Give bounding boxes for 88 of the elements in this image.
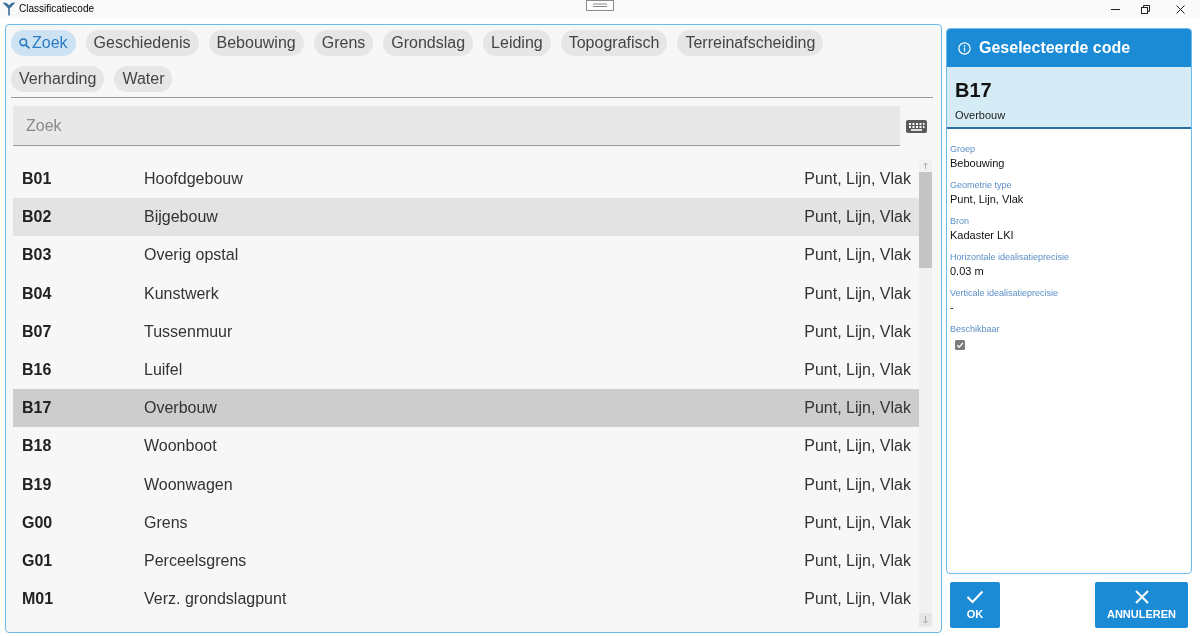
list-row[interactable]: B02 Bijgebouw Punt, Lijn, Vlak <box>13 198 919 237</box>
name-cell-text: Overbouw <box>144 398 218 419</box>
name-cell-text: Grens <box>144 512 189 533</box>
geometry-cell-text: Punt, Lijn, Vlak <box>804 245 911 266</box>
geometry-cell-text: Punt, Lijn, Vlak <box>804 474 911 495</box>
scrollbar-thumb[interactable] <box>919 172 932 268</box>
name-cell-text: Tussenmuur <box>144 321 234 342</box>
geometry-cell-text: Punt, Lijn, Vlak <box>804 512 911 533</box>
restore-icon <box>1140 4 1150 14</box>
detail-title: Geselecteerde code <box>979 38 1131 58</box>
name-cell-text: Woonwagen <box>144 474 234 495</box>
cancel-button[interactable]: ANNULEREN <box>1095 582 1188 628</box>
window-title: Classificatiecode <box>19 3 95 15</box>
field-value: Bebouwing <box>950 156 1005 171</box>
tab[interactable]: Terreinafscheiding <box>677 30 824 56</box>
geometry-cell-text: Punt, Lijn, Vlak <box>804 207 911 228</box>
field-value: Punt, Lijn, Vlak <box>950 192 1024 207</box>
field-value: Kadaster LKI <box>950 228 1014 243</box>
field-value: 0.03 m <box>950 264 984 279</box>
tab[interactable]: Water <box>114 66 173 92</box>
geometry-cell-text: Punt, Lijn, Vlak <box>804 283 911 304</box>
close-icon <box>1175 4 1185 14</box>
code-cell-text: B04 <box>22 283 53 304</box>
name-cell-text: Woonboot <box>144 436 218 457</box>
name-cell-text: Overig opstal <box>144 245 240 266</box>
arrow-down-icon[interactable] <box>919 613 932 626</box>
name-cell-text: Kunstwerk <box>144 283 220 304</box>
selected-code: B17 <box>955 78 993 103</box>
list-row[interactable]: M01 Verz. grondslagpunt Punt, Lijn, Vlak <box>13 580 919 619</box>
geometry-cell-text: Punt, Lijn, Vlak <box>804 550 911 571</box>
field-value: - <box>950 300 954 315</box>
code-cell-text: B02 <box>22 207 53 228</box>
field-label: Bron <box>950 215 969 228</box>
geometry-cell-text: Punt, Lijn, Vlak <box>804 589 911 610</box>
list-row[interactable]: B07 Tussenmuur Punt, Lijn, Vlak <box>13 312 919 351</box>
code-cell-text: B03 <box>22 245 53 266</box>
geometry-cell-text: Punt, Lijn, Vlak <box>804 321 911 342</box>
code-cell-text: G00 <box>22 512 54 533</box>
tab[interactable]: Grens <box>313 30 374 56</box>
ok-button[interactable]: OK <box>950 582 1000 628</box>
code-cell-text: B16 <box>22 360 53 381</box>
name-cell-text: Perceelsgrens <box>144 550 248 571</box>
field-label: Beschikbaar <box>950 323 1000 336</box>
list-row[interactable]: B19 Woonwagen Punt, Lijn, Vlak <box>13 465 919 504</box>
list-row[interactable]: B16 Luifel Punt, Lijn, Vlak <box>13 350 919 390</box>
tab[interactable]: Topografisch <box>560 30 668 56</box>
minimize-icon <box>1110 8 1120 10</box>
scrollbar-track[interactable] <box>919 160 932 628</box>
code-cell-text: B18 <box>22 436 53 457</box>
field-label: Geometrie type <box>950 179 1012 192</box>
selected-name: Overbouw <box>955 108 1007 122</box>
tab[interactable]: Bebouwing <box>208 30 304 56</box>
geometry-cell-text: Punt, Lijn, Vlak <box>804 398 911 419</box>
list-row[interactable]: B01 Hoofdgebouw Punt, Lijn, Vlak <box>13 160 919 199</box>
code-cell-text: B17 <box>22 398 53 419</box>
name-cell-text: Verz. grondslagpunt <box>144 589 288 610</box>
geometry-cell-text: Punt, Lijn, Vlak <box>804 360 911 381</box>
tab[interactable]: Grondslag <box>383 30 474 56</box>
code-cell-text: G01 <box>22 550 54 571</box>
checkmark-icon <box>966 589 984 604</box>
field-label: Groep <box>950 143 975 156</box>
close-icon <box>1134 589 1149 604</box>
code-cell-text: M01 <box>22 589 55 610</box>
app-logo-icon <box>3 2 15 16</box>
list-row[interactable]: B17 Overbouw Punt, Lijn, Vlak <box>13 389 919 428</box>
name-cell-text: Luifel <box>144 360 184 381</box>
field-label: Verticale idealisatieprecisie <box>950 287 1059 300</box>
list-row[interactable]: G01 Perceelsgrens Punt, Lijn, Vlak <box>13 541 919 581</box>
code-cell-text: B07 <box>22 321 53 342</box>
code-cell-text: B01 <box>22 169 53 190</box>
tab[interactable]: Verharding <box>11 66 105 92</box>
code-cell-text: B19 <box>22 474 53 495</box>
list-row[interactable]: B03 Overig opstal Punt, Lijn, Vlak <box>13 236 919 275</box>
tab[interactable]: Leiding <box>483 30 551 56</box>
name-cell-text: Bijgebouw <box>144 207 219 228</box>
list-row[interactable]: B04 Kunstwerk Punt, Lijn, Vlak <box>13 274 919 313</box>
search-field[interactable]: Zoek <box>13 106 900 146</box>
keyboard-icon[interactable] <box>906 119 927 133</box>
name-cell-text: Hoofdgebouw <box>144 169 244 190</box>
info-icon <box>958 41 971 55</box>
geometry-cell-text: Punt, Lijn, Vlak <box>804 169 911 190</box>
search-icon <box>19 37 30 49</box>
field-label: Horizontale idealisatieprecisie <box>950 251 1070 264</box>
list-row[interactable]: B18 Woonboot Punt, Lijn, Vlak <box>13 427 919 466</box>
handle-icon[interactable] <box>586 0 614 11</box>
list-row[interactable]: G00 Grens Punt, Lijn, Vlak <box>13 503 919 542</box>
tab[interactable]: Geschiedenis <box>85 30 199 56</box>
geometry-cell-text: Punt, Lijn, Vlak <box>804 436 911 457</box>
